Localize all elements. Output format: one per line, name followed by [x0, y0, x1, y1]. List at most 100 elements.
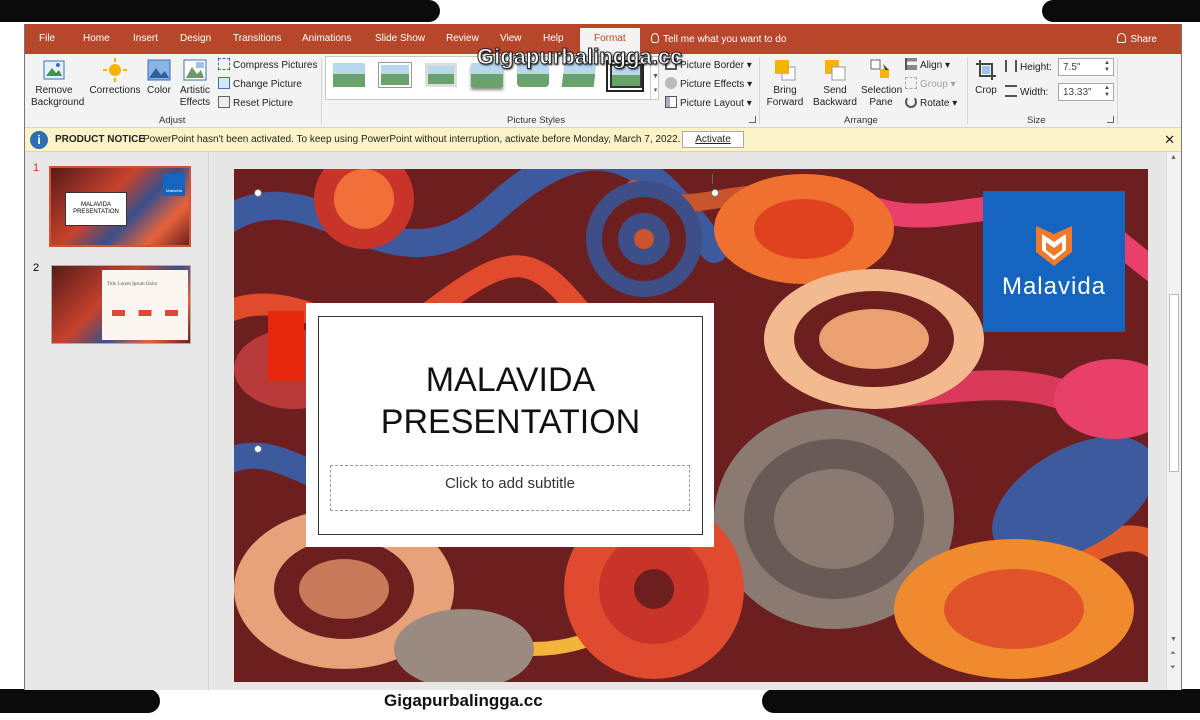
slide-title-line2: PRESENTATION — [380, 403, 641, 441]
crop-icon — [976, 60, 996, 80]
reset-picture-button[interactable]: Reset Picture — [218, 96, 293, 110]
tab-view[interactable]: View — [500, 33, 522, 44]
arrange-group-label: Arrange — [844, 115, 878, 126]
scroll-up-icon[interactable]: ▲ — [1170, 154, 1177, 161]
color-button[interactable]: Color — [145, 58, 173, 97]
group-label: Group — [920, 79, 948, 90]
picture-style-option[interactable] — [376, 60, 414, 92]
align-icon — [905, 58, 917, 70]
height-value: 7.5" — [1063, 62, 1081, 73]
title-card[interactable]: MALAVIDA PRESENTATION Click to add subti… — [306, 303, 714, 547]
watermark-footer: Gigapurbalingga.cc — [384, 691, 543, 710]
notice-title: PRODUCT NOTICE — [55, 134, 145, 145]
close-icon[interactable]: ✕ — [1164, 132, 1175, 148]
width-input[interactable]: 13.33" ▲ ▼ — [1058, 83, 1114, 101]
slide-title-line1: MALAVIDA — [425, 361, 596, 399]
group-divider — [1117, 58, 1118, 124]
corrections-button[interactable]: Corrections — [89, 58, 141, 97]
activate-button[interactable]: Activate — [682, 131, 744, 148]
spinner-icon: ▲ ▼ — [1104, 85, 1110, 98]
style-preview-icon — [379, 63, 411, 87]
artistic-effects-button[interactable]: Artistic Effects — [176, 58, 214, 109]
tab-animations[interactable]: Animations — [302, 33, 351, 44]
height-label: Height: — [1005, 60, 1052, 74]
person-icon — [1117, 33, 1127, 43]
compress-pictures-button[interactable]: Compress Pictures — [218, 58, 317, 72]
tab-design[interactable]: Design — [180, 33, 211, 44]
tab-review[interactable]: Review — [446, 33, 479, 44]
next-slide-icon[interactable]: ⏷ — [1170, 664, 1176, 672]
rotate-handle-icon[interactable] — [712, 174, 718, 184]
slide-thumbnail-2[interactable]: Title Lorem Ipsum Dolor — [51, 265, 191, 344]
tab-insert[interactable]: Insert — [133, 33, 158, 44]
frame-bar-top-left — [0, 0, 440, 22]
resize-handle[interactable] — [254, 189, 262, 197]
picture-style-option[interactable] — [330, 60, 368, 92]
sun-icon — [103, 58, 127, 82]
rotate-icon — [905, 96, 917, 108]
picture-layout-icon — [665, 96, 677, 108]
dialog-launcher-icon[interactable] — [749, 116, 756, 123]
size-group-label: Size — [1027, 115, 1046, 126]
slide[interactable]: MALAVIDA PRESENTATION Click to add subti… — [234, 169, 1148, 682]
picture-layout-button[interactable]: Picture Layout ▾ — [665, 96, 752, 110]
share-button[interactable]: Share — [1117, 33, 1157, 45]
bring-forward-button[interactable]: Bring Forward — [761, 58, 809, 109]
tab-slide-show[interactable]: Slide Show — [375, 33, 425, 44]
bring-forward-icon — [775, 60, 796, 81]
rotate-label: Rotate — [920, 98, 950, 109]
group-divider — [321, 58, 322, 124]
frame-bar-bottom-right — [762, 689, 1200, 713]
color-label: Color — [147, 85, 171, 96]
remove-background-icon — [43, 60, 65, 80]
align-label: Align — [920, 60, 943, 71]
crop-button[interactable]: Crop — [969, 58, 1003, 97]
malavida-logo[interactable]: Malavida — [983, 191, 1125, 332]
vertical-scrollbar[interactable]: ▲ ▼ ⏶ ⏷ — [1166, 152, 1181, 690]
remove-background-button[interactable]: Remove Background — [31, 58, 84, 109]
picture-style-option[interactable] — [422, 60, 460, 92]
tab-home[interactable]: Home — [83, 33, 110, 44]
scroll-thumb[interactable] — [1169, 294, 1179, 472]
tab-transitions[interactable]: Transitions — [233, 33, 282, 44]
previous-slide-icon[interactable]: ⏶ — [1170, 650, 1176, 658]
slide-thumbnail-1[interactable]: MALAVIDA PRESENTATION Malavida — [49, 166, 191, 247]
align-button[interactable]: Align ▾ — [905, 58, 950, 72]
tab-help[interactable]: Help — [543, 33, 564, 44]
picture-effects-button[interactable]: Picture Effects ▾ — [665, 77, 752, 91]
size-dialog-launcher-icon[interactable] — [1107, 116, 1114, 123]
group-icon — [905, 77, 917, 89]
group-divider — [759, 58, 760, 124]
selection-pane-icon — [870, 59, 889, 78]
product-notice-bar: i PRODUCT NOTICE PowerPoint hasn't been … — [25, 128, 1181, 152]
group-button[interactable]: Group ▾ — [905, 77, 956, 91]
selection-pane-label: Selection Pane — [861, 85, 903, 108]
style-preview-icon — [425, 63, 457, 87]
color-icon — [147, 59, 171, 81]
notice-message: PowerPoint hasn't been activated. To kee… — [143, 134, 681, 145]
subtitle-placeholder[interactable]: Click to add subtitle — [330, 465, 690, 511]
adjust-group-label: Adjust — [159, 115, 186, 126]
scroll-down-icon[interactable]: ▼ — [1170, 636, 1177, 643]
tab-file[interactable]: File — [39, 33, 55, 44]
slide-number: 2 — [33, 262, 40, 274]
selection-pane-button[interactable]: Selection Pane — [861, 58, 903, 109]
compress-pictures-label: Compress Pictures — [233, 60, 318, 71]
change-picture-button[interactable]: Change Picture — [218, 77, 302, 91]
resize-handle[interactable] — [254, 445, 262, 453]
picture-border-label: Picture Border — [680, 60, 744, 71]
picture-layout-label: Picture Layout — [680, 98, 744, 109]
rotate-button[interactable]: Rotate ▾ — [905, 96, 957, 110]
resize-handle[interactable] — [711, 189, 719, 197]
send-backward-button[interactable]: Send Backward — [809, 58, 861, 109]
frame-bar-top-right — [1042, 0, 1200, 22]
thumb-logo: Malavida — [163, 174, 185, 196]
height-input[interactable]: 7.5" ▲ ▼ — [1058, 58, 1114, 76]
corrections-label: Corrections — [89, 85, 141, 96]
style-preview-icon — [333, 63, 365, 87]
slide-title[interactable]: MALAVIDA PRESENTATION — [318, 359, 703, 443]
malavida-logo-text: Malavida — [1001, 273, 1107, 300]
powerpoint-window: File Home Insert Design Transitions Anim… — [24, 24, 1182, 690]
lightbulb-icon — [651, 33, 659, 43]
red-accent-shape[interactable] — [268, 311, 304, 381]
